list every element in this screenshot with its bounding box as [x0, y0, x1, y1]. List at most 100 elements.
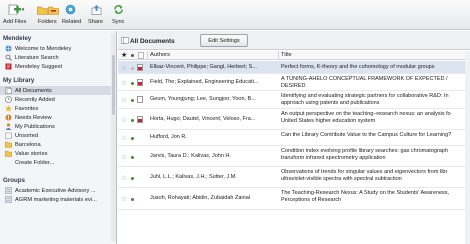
authors-cell: Jusoh, Rohayati; Abidin, Zubaidah Zainal	[150, 195, 250, 201]
sidebar-item-mendeley-suggest[interactable]: Mendeley Suggest	[0, 62, 116, 71]
page-title: All Documents	[130, 38, 175, 45]
table-row[interactable]: ☆ Field, The; Explained, Engineering Educ…	[118, 74, 470, 91]
share-button[interactable]	[90, 4, 102, 15]
favorite-star-icon[interactable]: ☆	[121, 175, 127, 182]
table-row[interactable]: ☆ Jusoh, Rohayati; Abidin, Zubaidah Zaina…	[118, 188, 470, 210]
authors-column-header[interactable]: Authors	[150, 52, 170, 58]
read-status-icon[interactable]	[131, 177, 134, 180]
group-icon	[4, 187, 12, 194]
share-label: Share	[88, 19, 103, 25]
related-button[interactable]	[64, 4, 76, 15]
star-icon	[4, 105, 12, 112]
title-cell: Observations of trends for singular valu…	[281, 169, 448, 182]
folders-button[interactable]	[36, 4, 60, 15]
sidebar-item-recently-added[interactable]: Recently Added	[0, 95, 116, 104]
review-icon	[4, 114, 12, 121]
favorite-star-icon[interactable]: ☆	[121, 97, 127, 104]
person-icon	[4, 123, 12, 130]
mendeley-section-header: Mendeley	[3, 35, 32, 42]
read-status-icon[interactable]	[131, 156, 134, 159]
folder-add-icon	[37, 6, 48, 15]
sidebar-scrollbar[interactable]	[111, 33, 116, 241]
title-cell: Perfect forms, K-theory and the cohomolo…	[281, 64, 435, 70]
authors-cell: Juhl, L.L.; Kalivas, J.H.; Sutter, J.M.	[150, 174, 237, 180]
title-cell: Condition index evolving profile library…	[281, 148, 448, 161]
scrollbar-thumb[interactable]	[112, 55, 115, 115]
sidebar-item-favorites[interactable]: Favorites	[0, 104, 116, 113]
pdf-file-icon[interactable]	[137, 116, 143, 123]
title-cell: Can the Library Contribute Value to the …	[281, 132, 452, 138]
documents-icon	[121, 37, 129, 44]
favorite-star-icon[interactable]: ☆	[121, 65, 127, 72]
sidebar-item-group[interactable]: Academic Executive Advisory ...	[0, 186, 116, 195]
column-header-row: ★ Authors Title	[118, 51, 470, 60]
list-scrollbar[interactable]	[465, 51, 470, 244]
title-cell: An output perspective on the teaching–re…	[281, 111, 451, 124]
read-status-icon[interactable]	[131, 82, 134, 85]
add-document-icon	[8, 4, 21, 15]
table-row[interactable]: ☆ Elbaz-Vincent, Philippe; Gangl, Herbert…	[118, 61, 470, 74]
title-cell: The Teaching-Research Nexus: A Study on …	[281, 190, 450, 203]
add-files-button[interactable]: ▾	[5, 4, 27, 15]
authors-cell: Geum, Youngjung; Lee, Sungjoo; Yoon, B..…	[150, 96, 256, 102]
title-column-header[interactable]: Title	[281, 52, 292, 58]
folder-remove-icon	[48, 6, 59, 15]
chevron-down-icon[interactable]: ▾	[22, 7, 25, 13]
documents-icon	[4, 87, 12, 94]
my-library-section-header: My Library	[3, 77, 35, 84]
sidebar-item-barcelona[interactable]: Barcelona	[0, 140, 116, 149]
read-status-icon[interactable]	[131, 67, 134, 70]
clock-icon	[4, 96, 12, 103]
sidebar-item-unsorted[interactable]: Unsorted	[0, 131, 116, 140]
sidebar-item-create-folder[interactable]: Create Folder...	[0, 158, 116, 167]
folder-icon	[4, 141, 12, 148]
add-files-label: Add Files	[3, 19, 27, 25]
folder-icon	[4, 132, 12, 139]
favorite-star-icon[interactable]: ☆	[121, 80, 127, 87]
column-divider[interactable]	[278, 51, 279, 60]
sync-button[interactable]	[112, 4, 124, 15]
document-file-icon[interactable]	[137, 96, 143, 103]
favorite-star-icon[interactable]: ☆	[121, 135, 127, 142]
related-label: Related	[62, 19, 82, 25]
sidebar-item-welcome[interactable]: Welcome to Mendeley	[0, 44, 116, 53]
sidebar-item-literature-search[interactable]: Literature Search	[0, 53, 116, 62]
sync-label: Sync	[112, 19, 125, 25]
favorite-star-icon[interactable]: ☆	[121, 154, 127, 161]
table-row[interactable]: ☆ Juhl, L.L.; Kalivas, J.H.; Sutter, J.M.…	[118, 167, 470, 188]
sidebar-item-needs-review[interactable]: Needs Review	[0, 113, 116, 122]
sidebar-item-group[interactable]: AGRM marketing materials evi...	[0, 195, 116, 204]
suggest-icon	[4, 63, 12, 70]
sync-icon	[113, 5, 123, 14]
favorite-star-icon[interactable]: ☆	[121, 117, 127, 124]
pdf-file-icon[interactable]	[137, 64, 143, 71]
globe-icon	[4, 45, 12, 52]
search-icon	[4, 54, 12, 61]
related-icon	[65, 4, 75, 15]
edit-settings-button[interactable]: Edit Settings	[200, 34, 248, 47]
favorite-column-star-icon[interactable]: ★	[121, 51, 127, 59]
read-status-icon[interactable]	[131, 198, 134, 201]
sidebar-item-all-documents[interactable]: All Documents	[0, 86, 116, 95]
authors-cell: Hufford, Jon R.	[150, 134, 187, 140]
pdf-file-icon[interactable]	[137, 79, 143, 86]
favorite-star-icon[interactable]: ☆	[121, 196, 127, 203]
read-status-icon[interactable]	[131, 99, 134, 102]
read-status-icon[interactable]	[131, 119, 134, 122]
sidebar-item-my-publications[interactable]: My Publications	[0, 122, 116, 131]
read-status-column-icon[interactable]	[131, 54, 134, 57]
sidebar-item-value-stories[interactable]: Value stories	[0, 149, 116, 158]
attachment-column-icon[interactable]	[138, 52, 144, 59]
table-row[interactable]: ☆ Hufford, Jon R. Can the Library Contribu…	[118, 130, 470, 146]
toolbar: ▾ Add Files Folders Related Share Sync	[0, 0, 470, 30]
table-row[interactable]: ☆ Geum, Youngjung; Lee, Sungjoo; Yoon, B.…	[118, 91, 470, 109]
sidebar: Mendeley Welcome to Mendeley Literature …	[0, 31, 117, 244]
read-status-icon[interactable]	[131, 137, 134, 140]
table-row[interactable]: ☆ Horta, Hugo; Dautel, Vincent; Veloso, F…	[118, 109, 470, 130]
table-row[interactable]: ☆ Jarvis, Taura D.; Kalivas, John H. Condi…	[118, 146, 470, 167]
authors-cell: Jarvis, Taura D.; Kalivas, John H.	[150, 153, 231, 159]
group-icon	[4, 196, 12, 203]
share-icon	[91, 5, 101, 15]
authors-cell: Field, The; Explained, Engineering Educa…	[150, 79, 259, 85]
column-divider[interactable]	[147, 51, 148, 60]
